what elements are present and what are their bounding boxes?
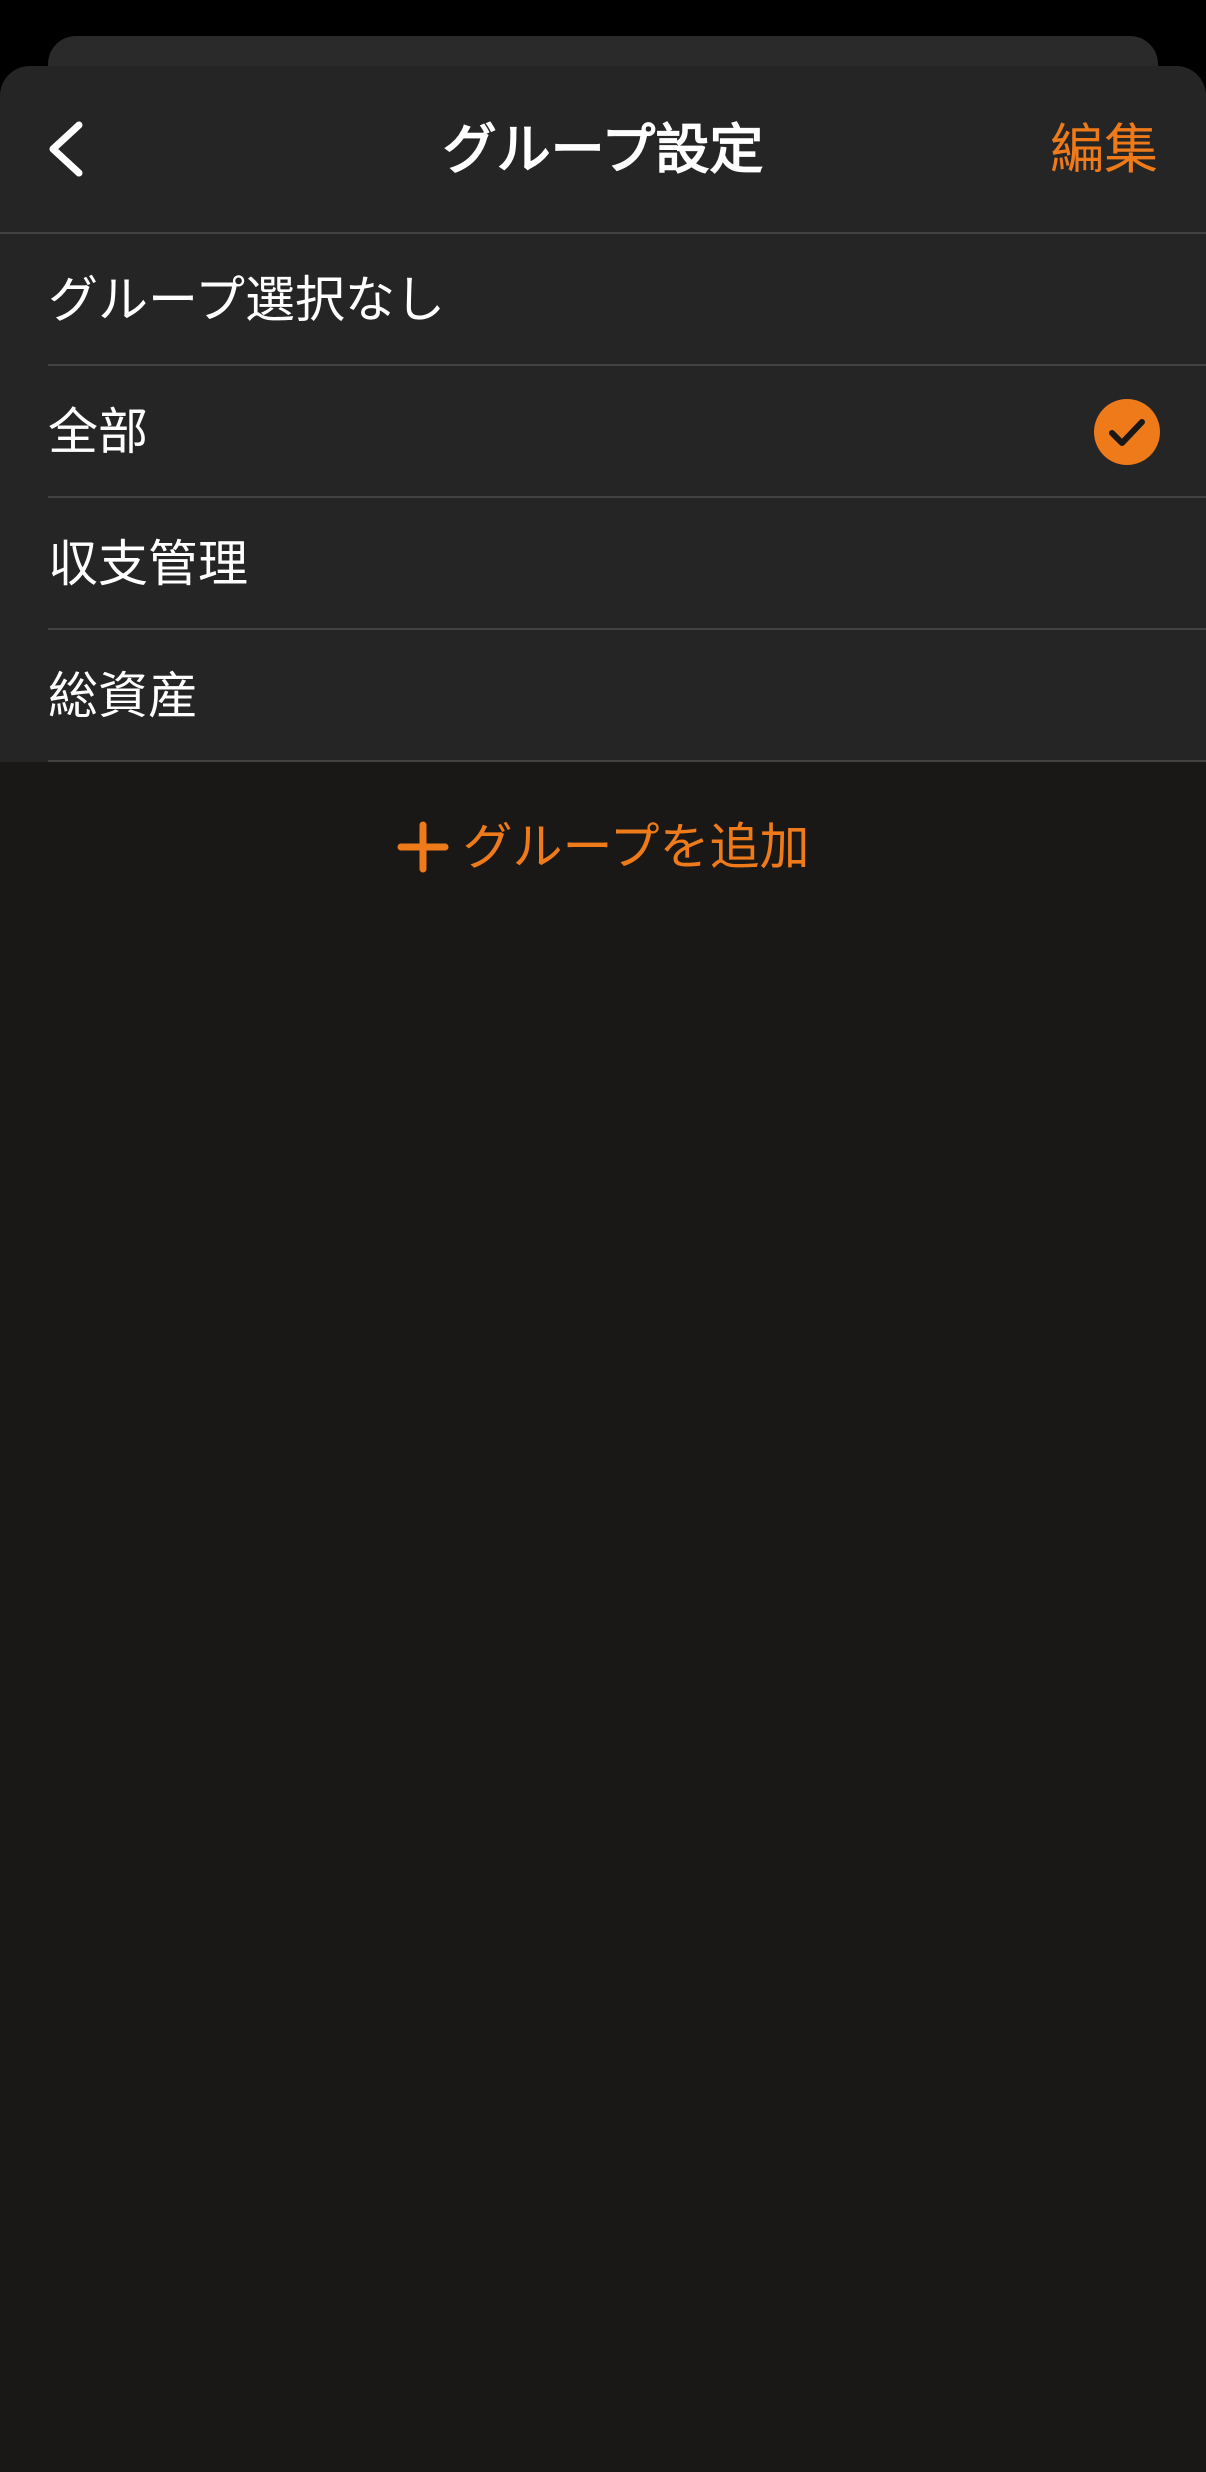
plus-icon <box>397 821 448 873</box>
edit-button[interactable]: 編集 <box>1050 110 1158 190</box>
group-item-all[interactable]: 全部 <box>0 366 1206 498</box>
add-group-label: グループを追加 <box>462 818 810 876</box>
group-item-none[interactable]: グループ選択なし <box>0 234 1206 366</box>
navigation-bar: グループ設定 編集 <box>0 66 1206 234</box>
add-group-button[interactable]: グループを追加 <box>0 792 1206 902</box>
screen: グループ設定 編集 グループ選択なし 全部 収支管理 総資産 グループを追加 <box>0 0 1206 2472</box>
page-title: グループ設定 <box>442 118 764 181</box>
checkmark-circle-icon <box>1094 399 1160 465</box>
group-item-label: 収支管理 <box>48 535 248 593</box>
group-item-income-expense[interactable]: 収支管理 <box>0 498 1206 630</box>
group-item-total-assets[interactable]: 総資産 <box>0 630 1206 762</box>
group-item-label: グループ選択なし <box>48 271 445 329</box>
group-list: グループ選択なし 全部 収支管理 総資産 <box>0 234 1206 762</box>
group-item-label: 全部 <box>48 403 148 461</box>
group-settings-sheet: グループ設定 編集 グループ選択なし 全部 収支管理 総資産 グループを追加 <box>0 66 1206 2472</box>
group-item-label: 総資産 <box>48 667 198 725</box>
